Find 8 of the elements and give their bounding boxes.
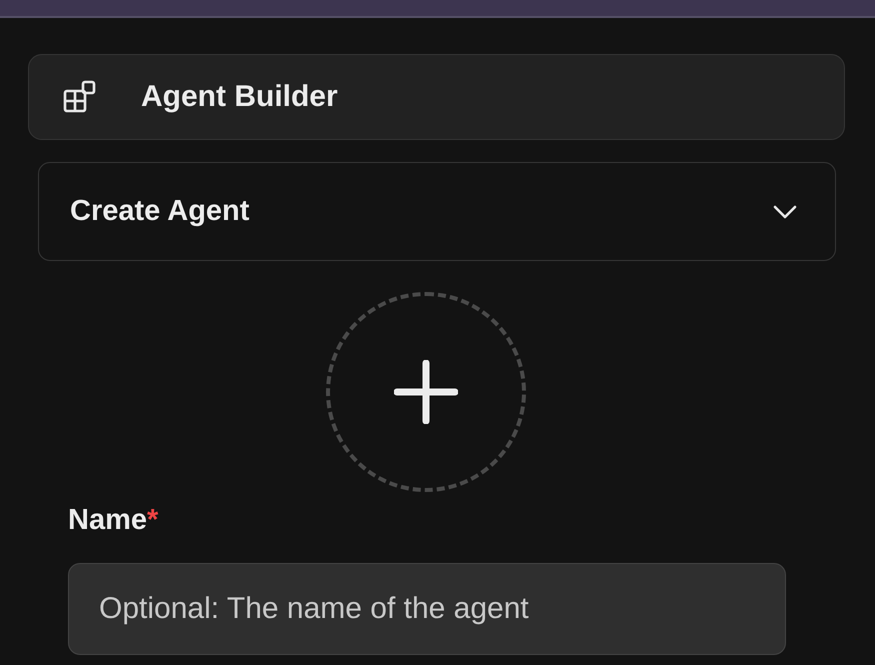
plus-icon [394, 360, 458, 424]
avatar-upload-button[interactable] [326, 292, 526, 492]
blocks-icon [63, 80, 97, 114]
header-title: Agent Builder [141, 80, 338, 114]
field-label: Name* [68, 504, 158, 537]
mode-dropdown[interactable]: Create Agent [38, 162, 836, 261]
name-input-field[interactable]: Optional: The name of the agent [68, 563, 786, 655]
chevron-down-icon [773, 204, 797, 218]
